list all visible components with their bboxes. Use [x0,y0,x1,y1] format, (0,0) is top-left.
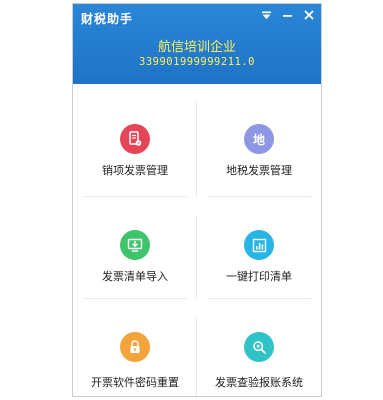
tile-label: 开票软件密码重置 [91,376,179,389]
tile-local-tax-invoice-management[interactable]: 地 地税发票管理 [197,84,321,197]
tile-label: 销项发票管理 [102,164,168,177]
minimize-button[interactable] [279,7,296,23]
dropdown-icon [262,11,271,19]
close-icon [304,10,313,20]
app-title: 财税助手 [81,12,134,26]
window-controls [258,7,317,23]
import-icon [120,230,150,260]
window-header: 财税助手 航信培训企业 339901999999211.0 [73,4,321,84]
invoice-icon [120,124,150,154]
tax-assistant-window: 财税助手 航信培训企业 339901999999211.0 销项发票管理 地 地… [72,3,322,397]
tile-password-reset[interactable]: 开票软件密码重置 [73,299,197,396]
tile-label: 发票查验报账系统 [215,376,303,389]
function-grid: 销项发票管理 地 地税发票管理 发票清单导入 一键打印清单 开票软件密码重置 发… [73,84,321,396]
tile-label: 地税发票管理 [226,164,292,177]
tile-invoice-verification-system[interactable]: 发票查验报账系统 [197,299,321,396]
tile-invoice-list-import[interactable]: 发票清单导入 [73,197,197,299]
print-list-icon [244,230,274,260]
tile-label: 发票清单导入 [102,270,168,283]
tile-output-invoice-management[interactable]: 销项发票管理 [73,84,197,197]
tax-id: 339901999999211.0 [139,56,255,68]
close-button[interactable] [300,7,317,23]
lock-icon [120,332,150,362]
tile-label: 一键打印清单 [226,270,292,283]
tile-one-click-print-list[interactable]: 一键打印清单 [197,197,321,299]
search-icon [244,332,274,362]
dropdown-button[interactable] [258,7,275,23]
local-tax-icon: 地 [244,124,274,154]
minimize-icon [283,14,292,17]
company-name: 航信培训企业 [157,40,236,55]
